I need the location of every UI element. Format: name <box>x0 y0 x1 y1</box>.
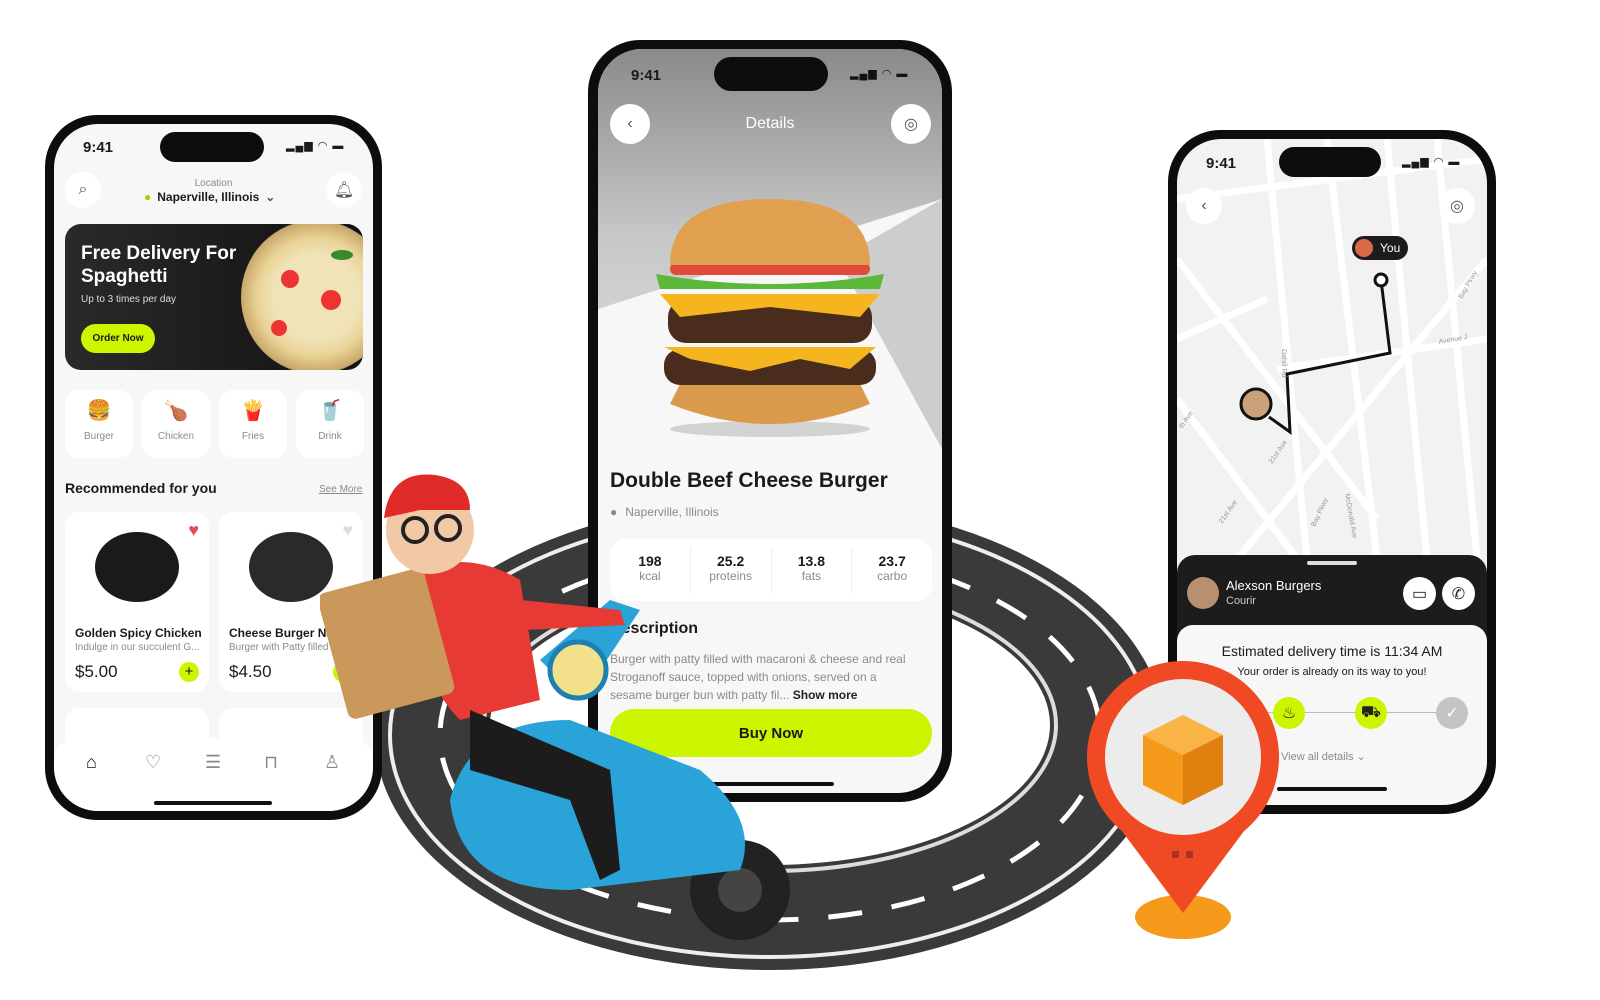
step-delivered: ✓ <box>1436 697 1468 729</box>
chevron-down-icon: ⌄ <box>265 190 276 204</box>
category-fries[interactable]: 🍟 Fries <box>219 390 287 458</box>
target-icon: ◎ <box>904 116 918 133</box>
step-on-the-way: ⛟ <box>1355 697 1387 729</box>
banner-subtitle: Up to 3 times per day <box>81 294 177 305</box>
phone-icon: ✆ <box>1451 585 1466 603</box>
product-card[interactable]: ♥ Golden Spicy Chicken Indulge in our su… <box>65 512 209 692</box>
category-chicken[interactable]: 🍗 Chicken <box>142 390 210 458</box>
chevron-down-icon: ⌄ <box>1356 751 1366 763</box>
status-icons: ▂▄▆ ◠ ▬ <box>1402 156 1461 168</box>
delivery-rider-illustration <box>320 474 790 940</box>
view-all-details-link[interactable]: View all details ⌄ <box>1281 750 1366 763</box>
category-label: Chicken <box>157 431 195 442</box>
burger-image <box>656 199 884 437</box>
home-indicator <box>1277 787 1387 791</box>
spaghetti-image <box>241 224 363 370</box>
home-icon[interactable]: ⌂ <box>86 752 97 773</box>
chevron-left-icon: ‹ <box>1201 197 1207 214</box>
courier-role: Courir <box>1226 595 1256 607</box>
you-marker: You <box>1352 236 1409 260</box>
street-label: Bay Pkwy <box>1458 269 1480 300</box>
user-avatar <box>1355 239 1373 257</box>
plus-icon: + <box>184 663 194 680</box>
locate-button[interactable]: ◎ <box>891 104 931 144</box>
truck-icon: ⛟ <box>1360 704 1382 721</box>
courier-name: Alexson Burgers <box>1226 578 1322 593</box>
add-to-cart-button[interactable]: + <box>179 662 199 682</box>
call-button[interactable]: ✆ <box>1442 577 1475 610</box>
product-image <box>95 532 179 602</box>
show-more-link[interactable]: Show more <box>793 688 858 702</box>
bag-icon[interactable]: ⊓ <box>264 752 278 773</box>
view-all-label: View all details <box>1281 751 1354 763</box>
target-icon: ◎ <box>1450 198 1464 215</box>
street-label: McDonald Ave <box>1343 493 1358 539</box>
drink-icon: 🥤 <box>317 400 343 422</box>
chat-button[interactable]: ▭ <box>1403 577 1436 610</box>
status-time: 9:41 <box>631 67 662 84</box>
status-time: 9:41 <box>1206 155 1237 172</box>
category-burger[interactable]: 🍔 Burger <box>65 390 133 458</box>
favorite-heart-icon[interactable]: ♥ <box>188 520 199 541</box>
location-pin-icon: ● <box>144 190 152 204</box>
street-label: 21st Ave <box>1218 499 1239 525</box>
category-label: Burger <box>83 431 114 442</box>
courier-avatar <box>1187 577 1219 609</box>
courier-avatar-map <box>1239 387 1273 421</box>
back-button[interactable]: ‹ <box>1186 188 1222 224</box>
product-price: $5.00 <box>75 662 118 681</box>
status-icons: ▂▄▆ ◠ ▬ <box>286 140 345 152</box>
burger-icon: 🍔 <box>86 400 112 422</box>
fries-icon: 🍟 <box>240 400 266 422</box>
nutrition-value: 23.7 <box>878 553 906 569</box>
package-location-pin <box>1087 661 1279 939</box>
category-drink[interactable]: 🥤 Drink <box>296 390 364 458</box>
street-label: Bay Pkwy <box>1310 497 1330 528</box>
location-selector[interactable]: ● Naperville, Illinois ⌄ <box>144 190 275 204</box>
check-icon: ✓ <box>1445 705 1459 722</box>
sheet-handle[interactable] <box>1307 561 1357 565</box>
product-name: Golden Spicy Chicken <box>75 626 202 640</box>
product-price: $4.50 <box>229 662 272 681</box>
notification-button[interactable]: 🔔︎ <box>326 172 362 208</box>
street-label: Dahill Rd <box>1280 349 1287 378</box>
status-icons: ▂▄▆ ◠ ▬ <box>850 68 909 80</box>
heart-icon[interactable]: ♡ <box>145 752 161 773</box>
chat-icon: ▭ <box>1411 585 1428 603</box>
locate-button[interactable]: ◎ <box>1439 188 1475 224</box>
section-title: Recommended for you <box>65 480 217 496</box>
category-label: Fries <box>241 431 265 442</box>
home-indicator <box>154 801 272 805</box>
product-desc: Indulge in our succulent G... <box>75 642 200 653</box>
street-label: 21st Ave <box>1268 439 1289 465</box>
you-label: You <box>1380 241 1401 255</box>
promo-banner[interactable]: Free Delivery For Spaghetti Up to 3 time… <box>65 224 363 370</box>
chicken-icon: 🍗 <box>163 400 189 422</box>
order-now-button[interactable]: Order Now <box>81 324 155 353</box>
status-time: 9:41 <box>83 139 114 156</box>
category-label: Drink <box>318 431 342 442</box>
location-value: Naperville, Illinois <box>157 190 260 204</box>
banner-title: Free Delivery For Spaghetti <box>81 243 237 287</box>
nutrition-unit: carbo <box>877 569 908 583</box>
nutrition-carbo: 23.7 carbo <box>851 547 932 593</box>
bell-icon: 🔔︎ <box>333 182 355 199</box>
orders-icon[interactable]: ☰ <box>205 752 221 773</box>
